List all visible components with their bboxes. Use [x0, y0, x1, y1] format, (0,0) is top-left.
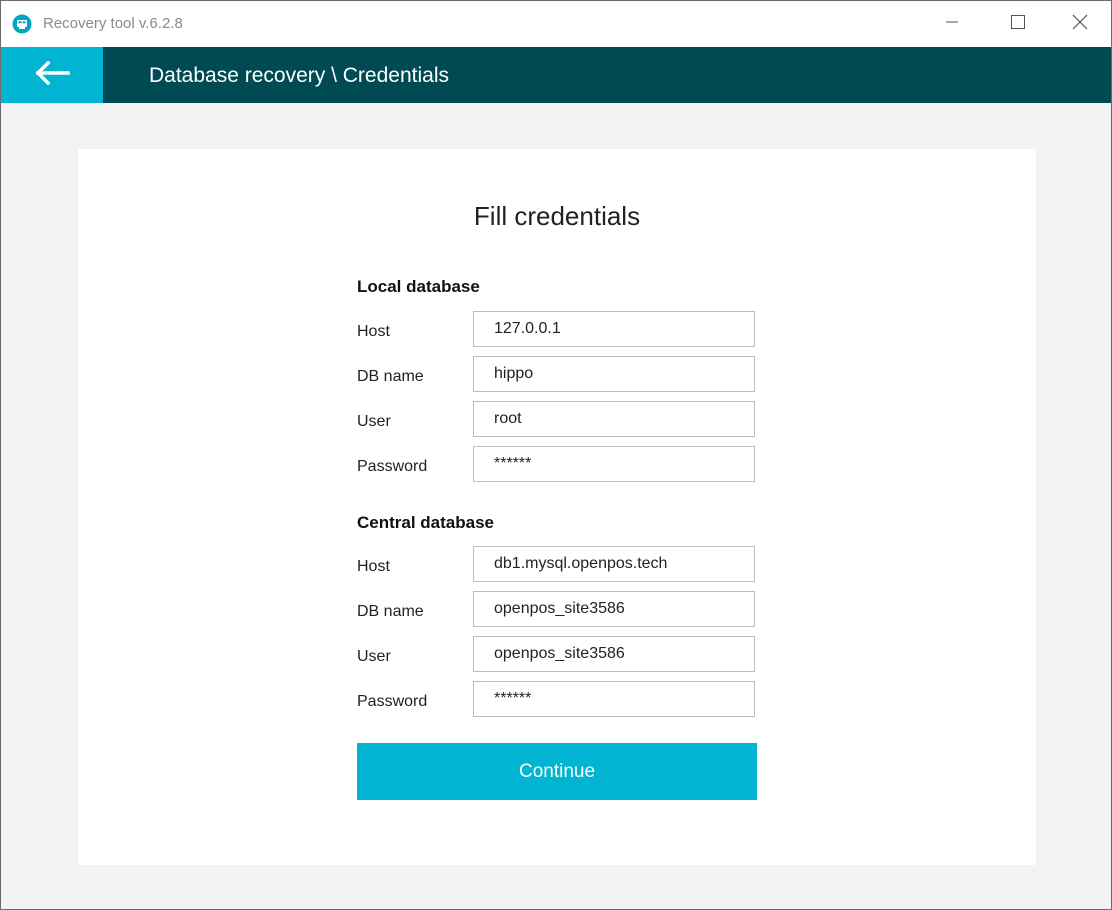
credentials-card: Fill credentials Local database Host DB … — [78, 149, 1036, 865]
local-dbname-input[interactable] — [473, 356, 755, 392]
minimize-icon — [946, 15, 958, 33]
arrow-left-icon — [34, 60, 70, 90]
local-dbname-label: DB name — [357, 368, 424, 385]
central-database-heading: Central database — [357, 513, 494, 532]
maximize-button[interactable] — [985, 1, 1051, 47]
central-user-input[interactable] — [473, 636, 755, 672]
window-title: Recovery tool v.6.2.8 — [43, 15, 183, 32]
local-database-heading: Local database — [357, 277, 480, 296]
minimize-button[interactable] — [919, 1, 985, 47]
page-title: Fill credentials — [473, 201, 641, 231]
central-password-input[interactable] — [473, 681, 755, 717]
central-host-input[interactable] — [473, 546, 755, 582]
close-button[interactable] — [1047, 1, 1111, 47]
close-icon — [1072, 14, 1088, 35]
title-bar: Recovery tool v.6.2.8 — [1, 1, 1111, 47]
continue-button[interactable]: Continue — [357, 743, 757, 800]
local-password-input[interactable] — [473, 446, 755, 482]
local-host-label: Host — [357, 323, 390, 340]
central-user-label: User — [357, 648, 391, 665]
maximize-icon — [1011, 14, 1025, 34]
central-host-label: Host — [357, 558, 390, 575]
central-password-label: Password — [357, 693, 428, 710]
app-logo-icon — [12, 14, 32, 34]
local-host-input[interactable] — [473, 311, 755, 347]
app-window: Recovery tool v.6.2.8 Database recovery … — [0, 0, 1112, 910]
central-dbname-input[interactable] — [473, 591, 755, 627]
central-dbname-label: DB name — [357, 603, 424, 620]
breadcrumb: Database recovery \ Credentials — [149, 64, 449, 87]
header-bar: Database recovery \ Credentials — [1, 47, 1111, 103]
local-user-label: User — [357, 413, 391, 430]
local-password-label: Password — [357, 458, 428, 475]
back-button[interactable] — [1, 47, 103, 103]
local-user-input[interactable] — [473, 401, 755, 437]
